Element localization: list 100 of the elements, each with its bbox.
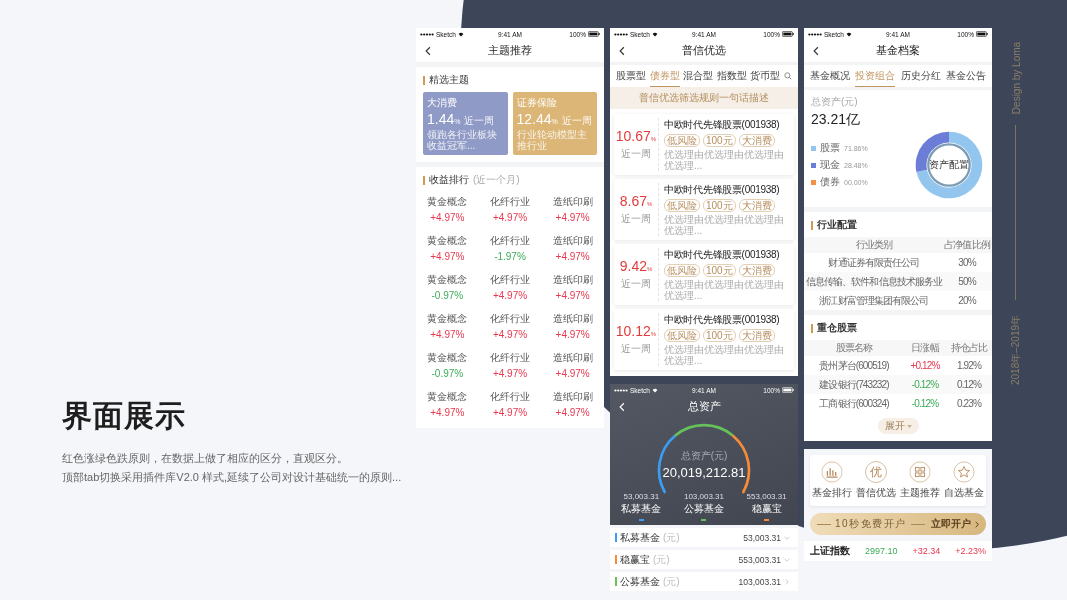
change-value: +4.97% bbox=[430, 329, 465, 340]
account-row[interactable]: 公募基金 (元) 103,003.31 bbox=[610, 572, 798, 591]
part-name: 稳赢宝 bbox=[751, 502, 782, 516]
battery-icon bbox=[782, 387, 794, 393]
industry-name: 黄金概念 bbox=[427, 312, 468, 326]
fund-tag: 100元 bbox=[703, 134, 736, 147]
industry-name: 黄金概念 bbox=[427, 273, 468, 287]
table-cell-text: -0.12% bbox=[910, 398, 940, 409]
legend-label: 现金 bbox=[820, 158, 840, 172]
change-value: +4.97% bbox=[555, 290, 590, 301]
fund-tag: 100元 bbox=[703, 199, 736, 212]
table-cell-text: 0.23% bbox=[956, 398, 983, 409]
change-value: -1.97% bbox=[494, 251, 526, 262]
expand-button[interactable]: 展开 bbox=[877, 418, 919, 434]
table-cell-text: +0.12% bbox=[909, 360, 941, 371]
battery-icon bbox=[588, 31, 600, 37]
category-tab[interactable]: 混合型 bbox=[683, 65, 714, 87]
fund-name: 中欧时代先锋股票(001938) bbox=[664, 118, 781, 132]
part-amount: 53,003.31 bbox=[623, 492, 660, 501]
index-value: +2.23% bbox=[955, 546, 986, 556]
section-tab[interactable]: 基金概况 bbox=[810, 65, 850, 87]
section-tab[interactable]: 基金公告 bbox=[946, 65, 986, 87]
industry-name: 黄金概念 bbox=[427, 390, 468, 404]
fund-tag: 100元 bbox=[703, 329, 736, 342]
chevron-right-icon[interactable] bbox=[784, 578, 790, 585]
section-title: 行业配置 bbox=[817, 218, 857, 232]
fund-tag: 低风险 bbox=[664, 329, 700, 342]
unit-label: (元) bbox=[663, 530, 680, 545]
credit-text: Design by Loma bbox=[1010, 41, 1022, 115]
page-heading: 界面展示 bbox=[62, 398, 187, 434]
wifi-icon bbox=[651, 387, 658, 393]
change-value: +4.97% bbox=[492, 368, 528, 379]
description-text: 顶部tab切换采用插件库V2.0 样式,延续了公司对设计基础统一的原则... bbox=[62, 470, 402, 485]
table-cell-text: 财通证券有限责任公司 bbox=[827, 255, 921, 270]
change-value: +4.97% bbox=[430, 212, 465, 223]
signal-icon bbox=[420, 32, 434, 36]
section-title: 收益排行 bbox=[429, 173, 469, 187]
change-value: -0.97% bbox=[431, 368, 464, 379]
change-value: +4.97% bbox=[555, 251, 590, 262]
part-name: 公募基金 bbox=[683, 502, 724, 516]
section-marker bbox=[811, 323, 813, 333]
fund-tag: 低风险 bbox=[664, 199, 700, 212]
back-icon[interactable] bbox=[425, 46, 431, 56]
table-cell-text: 贵州茅台(600519) bbox=[818, 358, 890, 373]
description-text: 红色涨绿色跌原则，在数据上做了相应的区分，直观区分。 bbox=[62, 451, 349, 466]
battery-icon bbox=[782, 31, 794, 37]
table-cell-text: 20% bbox=[957, 295, 978, 306]
account-row[interactable]: 稳赢宝 (元) 553,003.31 bbox=[610, 550, 798, 569]
industry-name: 化纤行业 bbox=[490, 312, 530, 326]
table-cell-text: 0.12% bbox=[956, 379, 983, 390]
category-tab[interactable]: 股票型 bbox=[616, 65, 646, 87]
part-name: 私募基金 bbox=[621, 502, 662, 516]
column-header: 股票名称 bbox=[834, 341, 874, 355]
search-icon[interactable] bbox=[783, 72, 792, 80]
back-icon[interactable] bbox=[813, 46, 819, 56]
table-cell-text: 工商银行(600324) bbox=[818, 396, 890, 411]
shortcut-label[interactable]: 自选基金 bbox=[944, 486, 984, 500]
industry-name: 造纸印刷 bbox=[552, 390, 593, 404]
table-cell-text: 1.92% bbox=[956, 360, 983, 371]
battery-icon bbox=[976, 31, 988, 37]
fund-name: 中欧时代先锋股票(001938) bbox=[664, 313, 781, 327]
table-cell-text: -0.12% bbox=[910, 379, 940, 390]
industry-name: 黄金概念 bbox=[427, 195, 468, 209]
fund-reason: 优选理由优选理由优选理由优选理... bbox=[664, 149, 785, 171]
section-marker bbox=[423, 175, 425, 185]
change-value: +4.97% bbox=[492, 212, 528, 223]
screen-title: 普信优选 bbox=[682, 44, 726, 58]
chevron-down-icon[interactable] bbox=[784, 534, 790, 541]
table-cell: 信息传输、软件和信息技术服务业 bbox=[805, 274, 943, 289]
industry-name: 化纤行业 bbox=[490, 195, 530, 209]
shortcut-label[interactable]: 主题推荐 bbox=[900, 486, 940, 500]
category-tab[interactable]: 货币型 bbox=[750, 65, 781, 87]
screen-title: 基金档案 bbox=[876, 44, 920, 58]
chevron-down-icon[interactable] bbox=[784, 556, 790, 563]
change-value: +4.97% bbox=[555, 329, 590, 340]
grid-icon[interactable] bbox=[909, 461, 931, 483]
industry-name: 造纸印刷 bbox=[552, 195, 593, 209]
change-value: -0.97% bbox=[431, 290, 464, 301]
category-tab[interactable]: 指数型 bbox=[716, 65, 747, 87]
donut-ring bbox=[927, 143, 971, 187]
account-row[interactable]: 私募基金 (元) 53,003.31 bbox=[610, 528, 798, 547]
caret-icon bbox=[906, 424, 912, 428]
total-label: 总资产(元) bbox=[680, 449, 728, 463]
screen-title: 总资产 bbox=[687, 400, 721, 414]
section-tab[interactable]: 历史分红 bbox=[900, 65, 941, 87]
account-amount: 103,003.31 bbox=[738, 576, 781, 587]
credit-years: 2018年–2019年 bbox=[1009, 314, 1022, 386]
promo-banner[interactable]: 10秒免费开户 立即开户 bbox=[810, 513, 986, 535]
bar-chart-icon[interactable] bbox=[821, 461, 843, 483]
shortcut-label[interactable]: 普信优选 bbox=[856, 486, 896, 500]
open-account-link[interactable]: 立即开户 bbox=[931, 517, 971, 531]
signal-icon bbox=[808, 32, 822, 36]
industry-name: 造纸印刷 bbox=[552, 312, 593, 326]
back-icon[interactable] bbox=[619, 46, 625, 56]
shortcut-label[interactable]: 基金排行 bbox=[812, 486, 852, 500]
wifi-icon bbox=[651, 31, 658, 37]
change-value: +4.97% bbox=[555, 368, 590, 379]
account-name: 私募基金 bbox=[620, 530, 660, 545]
unit-label: (元) bbox=[663, 574, 680, 589]
index-value: +32.34 bbox=[912, 546, 941, 556]
